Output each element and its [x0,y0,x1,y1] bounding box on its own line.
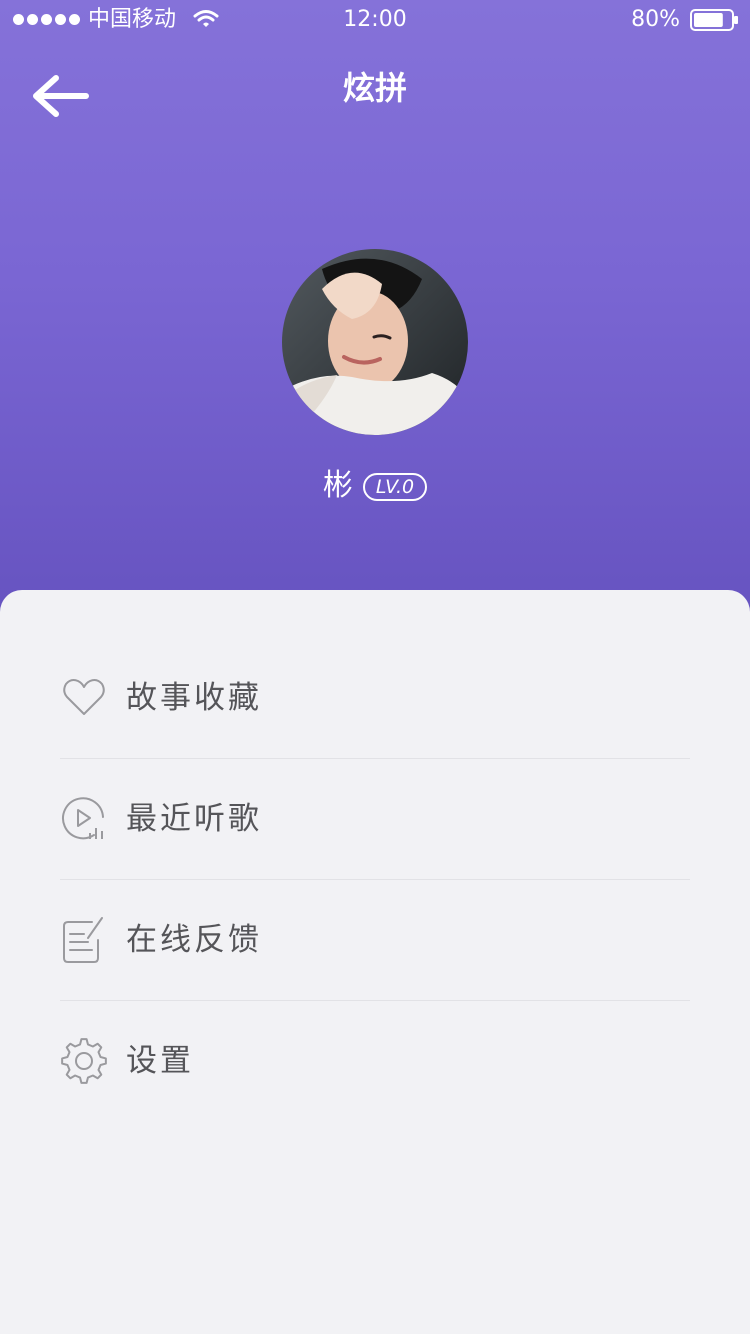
menu-item-favorites[interactable]: 故事收藏 [60,638,690,759]
menu-item-label: 故事收藏 [126,680,262,716]
play-history-icon [62,797,104,840]
battery-percentage: 80% [631,7,680,32]
menu-item-settings[interactable]: 设置 [60,1001,690,1121]
menu-list: 故事收藏 最近听歌 在线反馈 设置 [60,638,690,1121]
navigation-bar: 炫拼 [0,50,750,130]
menu-panel: 故事收藏 最近听歌 在线反馈 设置 [0,590,750,1334]
gear-icon [61,1038,107,1084]
username: 彬 [322,468,353,503]
menu-item-label: 最近听歌 [126,801,262,837]
battery-icon [690,9,738,31]
menu-item-label: 设置 [126,1043,194,1079]
heart-icon [63,679,105,715]
feedback-icon [63,917,103,963]
status-bar: 中国移动 12:00 80% [0,0,750,40]
avatar-image [282,249,468,435]
user-info: 彬 LV.0 [0,466,750,506]
menu-item-label: 在线反馈 [126,922,262,958]
level-badge: LV.0 [362,473,428,501]
avatar[interactable] [282,249,468,435]
menu-item-recent-songs[interactable]: 最近听歌 [60,759,690,880]
menu-item-feedback[interactable]: 在线反馈 [60,880,690,1001]
page-title: 炫拼 [342,69,407,107]
